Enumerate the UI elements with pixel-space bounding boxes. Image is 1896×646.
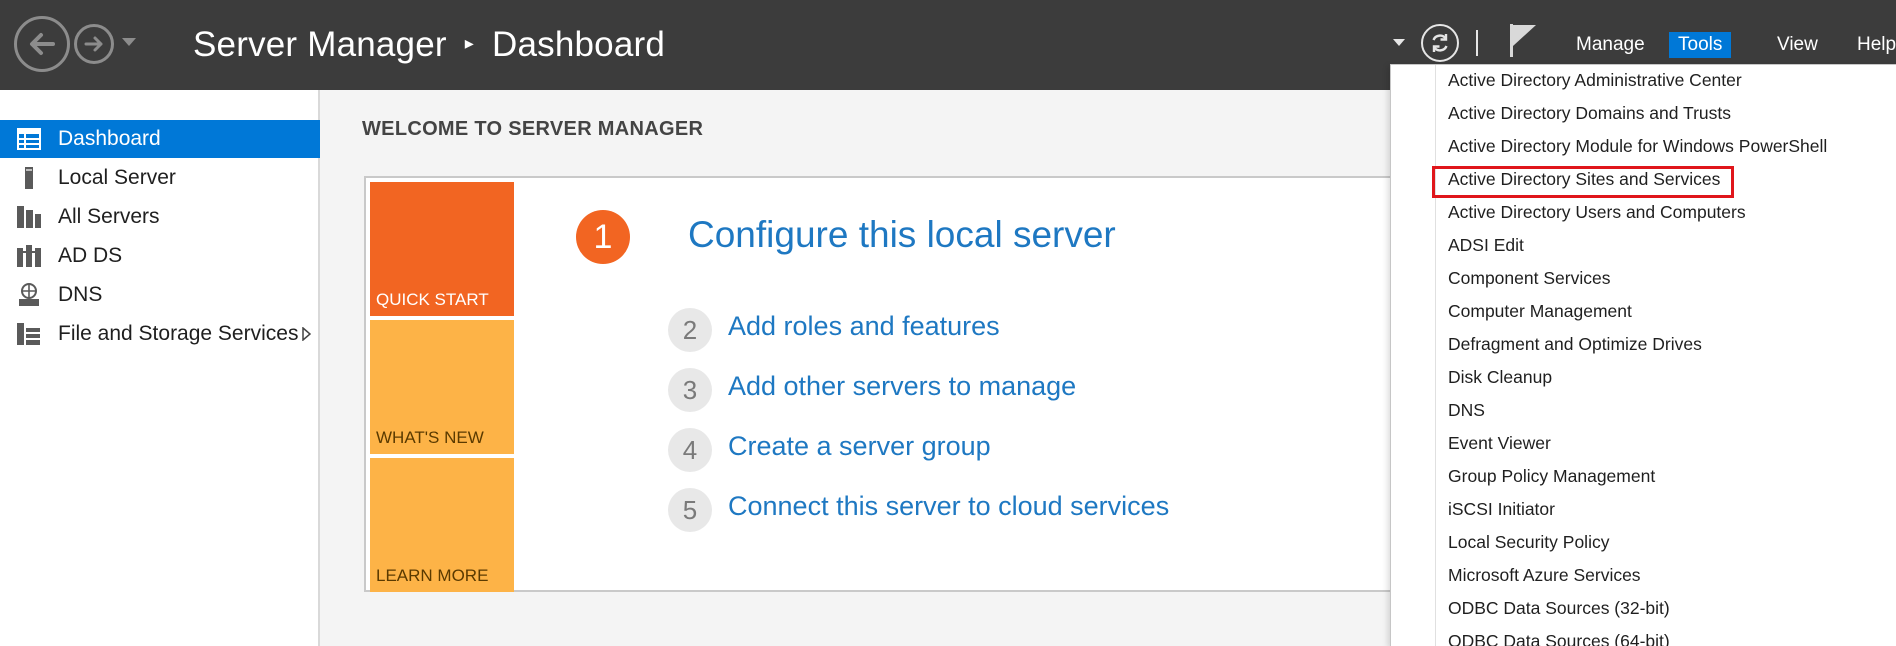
- header-divider: [1476, 30, 1478, 56]
- sidebar-item-label: All Servers: [58, 205, 160, 228]
- tools-menu-item[interactable]: ODBC Data Sources (64-bit): [1391, 625, 1896, 646]
- step-number-badge: 2: [668, 308, 712, 352]
- notifications-flag-icon[interactable]: [1508, 22, 1538, 58]
- tools-dropdown-menu: Active Directory Administrative Center Ac…: [1390, 64, 1896, 646]
- sidebar-item-local-server[interactable]: Local Server: [0, 159, 320, 197]
- tools-menu-item[interactable]: Active Directory Sites and Services: [1391, 163, 1896, 196]
- page-title: Dashboard: [492, 25, 666, 64]
- tile-label: LEARN MORE: [376, 566, 489, 585]
- breadcrumb: Server Manager ▸ Dashboard: [193, 22, 665, 68]
- step-number-badge: 3: [668, 368, 712, 412]
- step-number-badge: 5: [668, 488, 712, 532]
- tools-menu-item[interactable]: Active Directory Administrative Center: [1391, 64, 1896, 97]
- file-storage-icon: [0, 322, 58, 346]
- sidebar-item-label: File and Storage Services: [58, 322, 299, 345]
- tile-whats-new[interactable]: WHAT'S NEW: [370, 320, 514, 454]
- tools-menu-item[interactable]: Defragment and Optimize Drives: [1391, 328, 1896, 361]
- menu-view[interactable]: View: [1768, 32, 1827, 58]
- dashboard-icon: [0, 128, 58, 150]
- arrow-right-icon: [84, 36, 103, 52]
- refresh-dropdown-icon[interactable]: [1393, 39, 1405, 47]
- tools-menu-item[interactable]: Local Security Policy: [1391, 526, 1896, 559]
- sidebar-item-dns[interactable]: DNS: [0, 276, 320, 314]
- tools-menu-item[interactable]: Computer Management: [1391, 295, 1896, 328]
- sidebar-item-all-servers[interactable]: All Servers: [0, 198, 320, 236]
- quick-start-panel: QUICK START WHAT'S NEW LEARN MORE 1 Conf…: [364, 176, 1564, 592]
- ad-ds-icon: [0, 244, 58, 268]
- tools-menu-item[interactable]: Disk Cleanup: [1391, 361, 1896, 394]
- menu-help[interactable]: Help: [1848, 32, 1896, 58]
- tools-menu-item[interactable]: Event Viewer: [1391, 427, 1896, 460]
- add-roles-link[interactable]: Add roles and features: [728, 311, 1000, 342]
- create-server-group-link[interactable]: Create a server group: [728, 431, 991, 462]
- sidebar-item-ad-ds[interactable]: AD DS: [0, 237, 320, 275]
- dns-icon: [0, 283, 58, 307]
- tools-menu-item[interactable]: DNS: [1391, 394, 1896, 427]
- menu-tools[interactable]: Tools: [1669, 32, 1732, 58]
- sidebar: Dashboard Local Server All Servers AD DS…: [0, 90, 320, 646]
- tools-menu-item[interactable]: Group Policy Management: [1391, 460, 1896, 493]
- server-manager-window: Server Manager ▸ Dashboard Manage Tools …: [0, 0, 1896, 646]
- expand-arrow-icon[interactable]: [302, 327, 311, 341]
- menu-manage[interactable]: Manage: [1567, 32, 1654, 58]
- sidebar-item-file-storage[interactable]: File and Storage Services: [0, 315, 320, 353]
- add-servers-link[interactable]: Add other servers to manage: [728, 371, 1076, 402]
- tools-menu-item[interactable]: ADSI Edit: [1391, 229, 1896, 262]
- tile-label: QUICK START: [376, 290, 489, 309]
- tools-menu-item[interactable]: iSCSI Initiator: [1391, 493, 1896, 526]
- local-server-icon: [0, 166, 58, 190]
- tile-learn-more[interactable]: LEARN MORE: [370, 458, 514, 592]
- all-servers-icon: [0, 205, 58, 229]
- welcome-heading: WELCOME TO SERVER MANAGER: [362, 118, 704, 140]
- sidebar-item-label: Local Server: [58, 166, 176, 189]
- step-number-badge: 4: [668, 428, 712, 472]
- step-number-badge: 1: [576, 210, 630, 264]
- configure-local-server-link[interactable]: Configure this local server: [688, 214, 1116, 256]
- tile-quick-start[interactable]: QUICK START: [370, 182, 514, 316]
- refresh-icon: [1432, 34, 1448, 52]
- connect-cloud-services-link[interactable]: Connect this server to cloud services: [728, 491, 1169, 522]
- tools-menu-item[interactable]: Active Directory Module for Windows Powe…: [1391, 130, 1896, 163]
- sidebar-item-label: Dashboard: [58, 127, 161, 150]
- breadcrumb-separator-icon: ▸: [464, 32, 474, 53]
- tools-menu-item[interactable]: Active Directory Domains and Trusts: [1391, 97, 1896, 130]
- arrow-left-icon: [30, 33, 55, 55]
- sidebar-item-label: AD DS: [58, 244, 123, 267]
- refresh-button[interactable]: [1421, 24, 1459, 62]
- sidebar-item-dashboard[interactable]: Dashboard: [0, 120, 320, 158]
- tools-menu-item[interactable]: ODBC Data Sources (32-bit): [1391, 592, 1896, 625]
- tile-label: WHAT'S NEW: [376, 428, 484, 447]
- tools-menu-item[interactable]: Microsoft Azure Services: [1391, 559, 1896, 592]
- sidebar-item-label: DNS: [58, 283, 103, 306]
- history-dropdown-icon[interactable]: [122, 38, 136, 47]
- forward-button[interactable]: [74, 24, 114, 64]
- back-button[interactable]: [14, 16, 70, 72]
- tools-menu-item[interactable]: Component Services: [1391, 262, 1896, 295]
- app-title: Server Manager: [193, 25, 447, 64]
- tools-menu-item[interactable]: Active Directory Users and Computers: [1391, 196, 1896, 229]
